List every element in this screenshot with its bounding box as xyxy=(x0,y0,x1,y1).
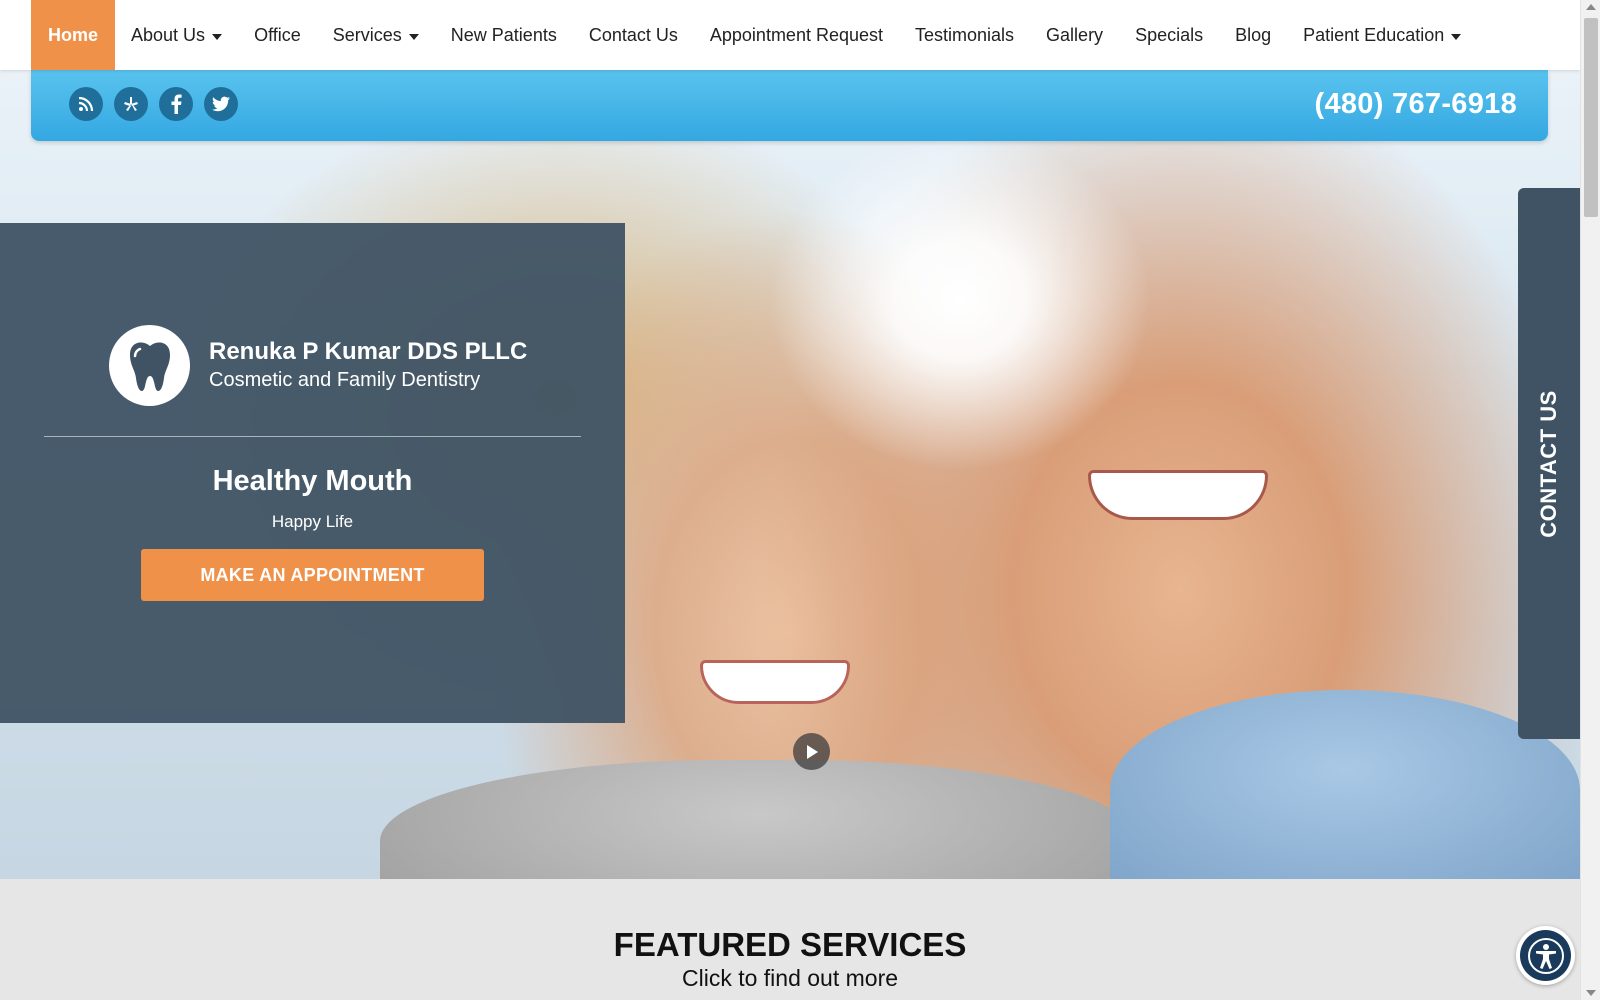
nav-item-label: New Patients xyxy=(450,24,557,45)
yelp-icon[interactable] xyxy=(114,87,148,121)
nav-item-label: Specials xyxy=(1135,24,1204,45)
scrollbar-thumb[interactable] xyxy=(1584,18,1598,217)
caret-down-icon xyxy=(1451,33,1462,40)
hero-slogan: Healthy Mouth xyxy=(212,465,413,497)
scroll-down-arrow-icon[interactable] xyxy=(1586,990,1596,996)
nav-item-label: Contact Us xyxy=(588,24,678,45)
nav-item-office[interactable]: Office xyxy=(238,0,317,70)
nav-item-label: Gallery xyxy=(1046,24,1104,45)
featured-services-section: FEATURED SERVICES Click to find out more xyxy=(0,879,1580,1000)
hero-decor xyxy=(380,760,1140,879)
play-video-button[interactable] xyxy=(793,733,830,770)
nav-item-label: Patient Education xyxy=(1303,24,1445,45)
contact-us-side-tab[interactable]: CONTACT US xyxy=(1518,188,1580,739)
accessibility-button[interactable] xyxy=(1516,926,1575,985)
nav-item-label: About Us xyxy=(131,24,206,45)
nav-item-new-patients[interactable]: New Patients xyxy=(435,0,573,70)
rss-icon[interactable] xyxy=(69,87,103,121)
page-scrollbar[interactable] xyxy=(1580,0,1600,1000)
social-phone-bar: (480) 767-6918 xyxy=(31,70,1548,141)
social-links xyxy=(69,87,238,121)
nav-item-about-us[interactable]: About Us xyxy=(115,0,238,70)
divider xyxy=(44,436,581,437)
featured-services-title: FEATURED SERVICES xyxy=(613,926,967,963)
scroll-up-arrow-icon[interactable] xyxy=(1586,4,1596,10)
tooth-logo-icon xyxy=(109,325,190,406)
nav-item-contact-us[interactable]: Contact Us xyxy=(573,0,694,70)
phone-number[interactable]: (480) 767-6918 xyxy=(1314,88,1517,121)
caret-down-icon xyxy=(408,33,419,40)
make-appointment-button[interactable]: MAKE AN APPOINTMENT xyxy=(141,549,484,601)
nav-item-testimonials[interactable]: Testimonials xyxy=(899,0,1030,70)
nav-item-label: Home xyxy=(48,24,99,45)
hero-slogan-sub: Happy Life xyxy=(271,512,354,531)
nav-item-blog[interactable]: Blog xyxy=(1219,0,1287,70)
practice-tagline: Cosmetic and Family Dentistry xyxy=(209,369,481,391)
hero-decor xyxy=(700,660,850,704)
nav-item-home[interactable]: Home xyxy=(31,0,116,70)
nav-item-specials[interactable]: Specials xyxy=(1119,0,1219,70)
nav-item-label: Blog xyxy=(1235,24,1272,45)
hero-info-panel: Renuka P Kumar DDS PLLC Cosmetic and Fam… xyxy=(0,223,625,723)
play-icon xyxy=(806,744,818,759)
nav-item-services[interactable]: Services xyxy=(317,0,435,70)
contact-us-tab-label: CONTACT US xyxy=(1536,389,1561,538)
nav-item-label: Testimonials xyxy=(915,24,1015,45)
hero-decor xyxy=(1110,690,1580,879)
nav-item-label: Office xyxy=(254,24,301,45)
nav-item-label: Appointment Request xyxy=(709,24,883,45)
nav-item-label: Services xyxy=(332,24,402,45)
main-nav: Home About Us Office Services New Patien… xyxy=(0,0,1580,70)
nav-item-appointment-request[interactable]: Appointment Request xyxy=(694,0,899,70)
hero-decor xyxy=(1088,470,1268,520)
featured-services-subtitle: Click to find out more xyxy=(681,965,899,991)
caret-down-icon xyxy=(212,33,223,40)
facebook-icon[interactable] xyxy=(159,87,193,121)
twitter-icon[interactable] xyxy=(204,87,238,121)
nav-item-patient-education[interactable]: Patient Education xyxy=(1287,0,1477,70)
accessibility-icon xyxy=(1520,930,1571,981)
nav-item-gallery[interactable]: Gallery xyxy=(1030,0,1119,70)
practice-name: Renuka P Kumar DDS PLLC xyxy=(209,338,528,365)
